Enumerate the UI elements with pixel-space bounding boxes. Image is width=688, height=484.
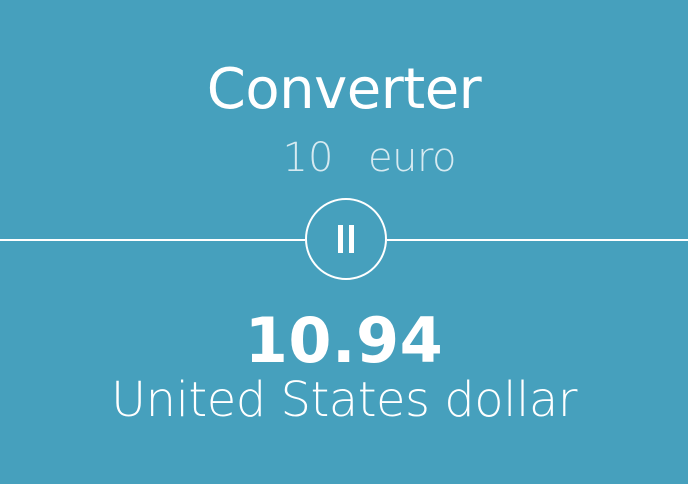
pause-icon bbox=[338, 225, 354, 253]
swap-button[interactable] bbox=[305, 198, 387, 280]
result-value: 10.94 bbox=[244, 304, 444, 377]
divider-left bbox=[0, 239, 305, 241]
from-currency-selector[interactable]: euro bbox=[368, 134, 457, 182]
divider-right bbox=[387, 239, 688, 241]
page-title: Converter bbox=[206, 57, 482, 122]
amount-input[interactable] bbox=[270, 134, 346, 182]
to-currency-selector[interactable]: United States dollar bbox=[0, 370, 688, 430]
amount-input-row: euro bbox=[0, 134, 688, 184]
